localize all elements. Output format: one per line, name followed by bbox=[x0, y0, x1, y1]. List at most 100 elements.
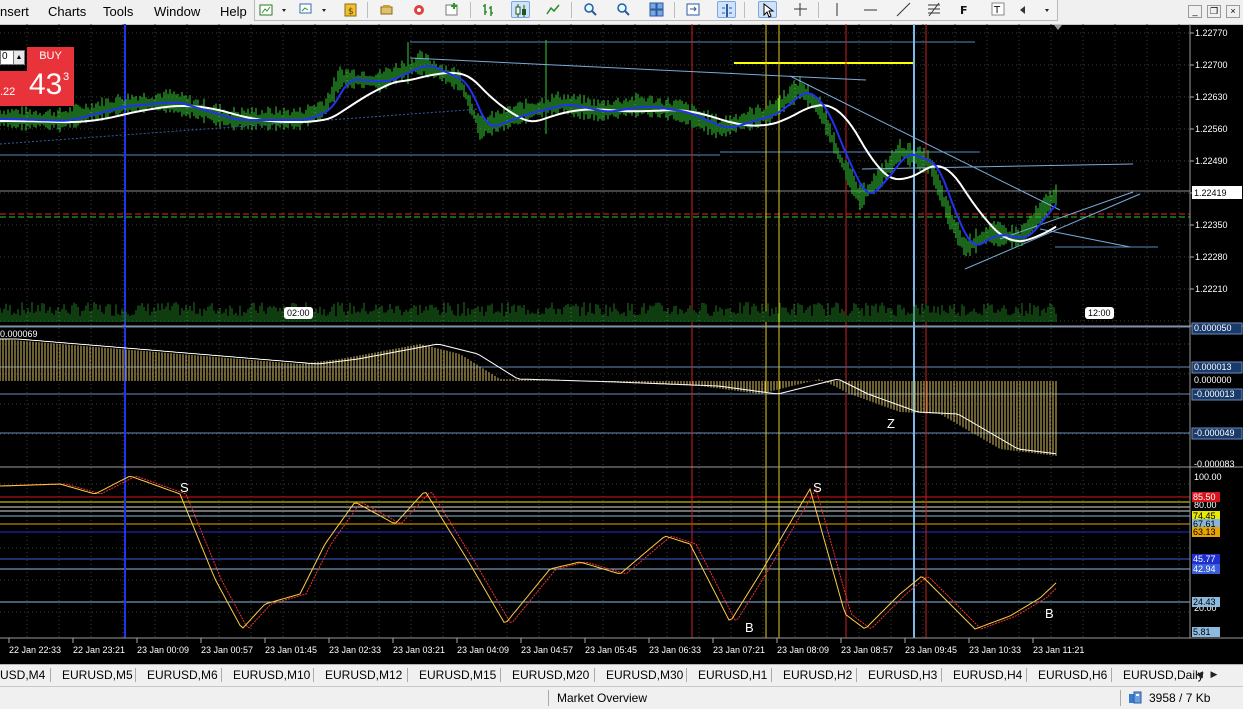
terminal-icon[interactable] bbox=[410, 1, 429, 18]
buy-price-sup: 3 bbox=[63, 71, 70, 83]
time-label: 23 Jan 09:45 bbox=[905, 645, 957, 655]
zoom-in-icon[interactable] bbox=[581, 1, 600, 18]
volume-bars bbox=[0, 302, 1057, 322]
tab-eurusd-m15[interactable]: EURUSD,M15 bbox=[419, 668, 496, 682]
text-label-icon[interactable]: F bbox=[955, 1, 974, 18]
candlestick-icon[interactable] bbox=[511, 1, 530, 18]
stoch-annotation-s2: S bbox=[813, 480, 822, 495]
tab-eurusd-m10[interactable]: EURUSD,M10 bbox=[233, 668, 310, 682]
svg-text:12:00: 12:00 bbox=[1088, 308, 1111, 318]
new-order-icon[interactable] bbox=[443, 1, 462, 18]
stoch-level-label: 63.13 bbox=[1193, 527, 1216, 537]
tab-eurusd-m20[interactable]: EURUSD,M20 bbox=[512, 668, 589, 682]
macd-scale-label: 0.000013 bbox=[1194, 362, 1232, 372]
time-marker-right: 12:00 bbox=[1085, 307, 1114, 319]
horizontal-line-icon[interactable] bbox=[861, 1, 880, 18]
svg-text:$: $ bbox=[348, 7, 354, 17]
time-label: 23 Jan 04:57 bbox=[521, 645, 573, 655]
price-scale: 1.22770 1.22700 1.22630 1.22560 1.22490 1.224… bbox=[1190, 28, 1228, 294]
svg-text:02:00: 02:00 bbox=[287, 308, 310, 318]
buy-price-big: 43 bbox=[29, 68, 63, 101]
time-marker-left: 02:00 bbox=[284, 307, 313, 319]
tab-eurusd-h1[interactable]: EURUSD,H1 bbox=[698, 668, 767, 682]
menu-help[interactable]: Help bbox=[220, 4, 247, 19]
tab-eurusd-m6[interactable]: EURUSD,M6 bbox=[147, 668, 218, 682]
trendlines bbox=[0, 57, 1141, 270]
stoch-annotation-s1: S bbox=[180, 480, 189, 495]
new-chart-dropdown-icon[interactable] bbox=[279, 1, 288, 18]
vertical-line-icon[interactable] bbox=[828, 1, 847, 18]
price-label: 1.22700 bbox=[1195, 60, 1228, 70]
chart-shift-icon[interactable] bbox=[717, 1, 736, 18]
close-icon[interactable]: × bbox=[1226, 5, 1240, 18]
menu-charts[interactable]: Charts bbox=[48, 4, 86, 19]
auto-scroll-icon[interactable] bbox=[684, 1, 703, 18]
line-chart-icon[interactable] bbox=[544, 1, 563, 18]
trendline-icon[interactable] bbox=[894, 1, 913, 18]
tab-eurusd-m5[interactable]: EURUSD,M5 bbox=[62, 668, 133, 682]
stoch-annotation-b2: B bbox=[1045, 606, 1054, 621]
zoom-out-icon[interactable] bbox=[614, 1, 633, 18]
lot-spin-up-icon[interactable]: ▲ bbox=[13, 51, 24, 64]
traffic-label: 3958 / 7 Kb bbox=[1149, 691, 1211, 705]
chart-tabs: USD,M4 EURUSD,M5 EURUSD,M6 EURUSD,M10 EU… bbox=[0, 664, 1243, 687]
time-label: 23 Jan 00:09 bbox=[137, 645, 189, 655]
tab-usd-m4[interactable]: USD,M4 bbox=[0, 668, 45, 682]
text-icon[interactable]: T bbox=[989, 1, 1008, 18]
stoch-level-label: 45.77 bbox=[1193, 554, 1216, 564]
svg-text:T: T bbox=[993, 5, 1001, 16]
tab-eurusd-m12[interactable]: EURUSD,M12 bbox=[325, 668, 402, 682]
tab-scroll-left-icon[interactable]: ◀ bbox=[1196, 669, 1203, 679]
crosshair-icon[interactable] bbox=[791, 1, 810, 18]
tab-eurusd-h2[interactable]: EURUSD,H2 bbox=[783, 668, 852, 682]
navigator-icon[interactable] bbox=[377, 1, 396, 18]
new-chart-icon[interactable] bbox=[257, 1, 276, 18]
tab-scroll-right-icon[interactable]: ▶ bbox=[1210, 669, 1217, 679]
macd-scale-label: -0.000013 bbox=[1194, 389, 1235, 399]
macd-histogram bbox=[0, 339, 1057, 456]
chart-window[interactable]: 1.22770 1.22700 1.22630 1.22560 1.22490 1.224… bbox=[0, 24, 1243, 664]
time-label: 23 Jan 10:33 bbox=[969, 645, 1021, 655]
more-tools-icon[interactable] bbox=[1017, 1, 1036, 18]
market-watch-icon[interactable]: $ bbox=[341, 1, 360, 18]
time-label: 23 Jan 02:33 bbox=[329, 645, 381, 655]
more-tools-dropdown-icon[interactable] bbox=[1042, 1, 1051, 18]
bar-chart-icon[interactable] bbox=[480, 1, 499, 18]
macd-signal-line bbox=[0, 338, 1057, 455]
tile-windows-icon[interactable] bbox=[647, 1, 666, 18]
tab-eurusd-daily[interactable]: EURUSD,Daily bbox=[1123, 668, 1204, 682]
chart-shift-marker-icon[interactable] bbox=[1054, 25, 1062, 30]
macd-scale-label: -0.000049 bbox=[1194, 428, 1235, 438]
tab-eurusd-m30[interactable]: EURUSD,M30 bbox=[606, 668, 683, 682]
market-overview-label[interactable]: Market Overview bbox=[557, 691, 647, 705]
price-label: 1.22210 bbox=[1195, 284, 1228, 294]
minimize-icon[interactable]: _ bbox=[1188, 5, 1202, 18]
tab-eurusd-h4[interactable]: EURUSD,H4 bbox=[953, 668, 1022, 682]
menu-insert[interactable]: nsert bbox=[0, 4, 29, 19]
time-axis: 22 Jan 22:33 22 Jan 23:21 23 Jan 00:09 23 J… bbox=[8, 638, 1084, 655]
menu-tools[interactable]: Tools bbox=[103, 4, 133, 19]
buy-button[interactable]: BUY 43 3 bbox=[27, 47, 74, 106]
stochastic-signal-line bbox=[0, 475, 1057, 630]
profiles-icon[interactable] bbox=[297, 1, 316, 18]
time-label: 23 Jan 00:57 bbox=[201, 645, 253, 655]
grid bbox=[0, 24, 1190, 638]
time-label: 23 Jan 07:21 bbox=[713, 645, 765, 655]
tab-eurusd-h6[interactable]: EURUSD,H6 bbox=[1038, 668, 1107, 682]
restore-icon[interactable]: ❐ bbox=[1207, 5, 1221, 18]
cursor-icon[interactable] bbox=[758, 1, 777, 18]
current-price-label: 1.22419 bbox=[1194, 188, 1227, 198]
profiles-dropdown-icon[interactable] bbox=[319, 1, 328, 18]
tab-eurusd-h3[interactable]: EURUSD,H3 bbox=[868, 668, 937, 682]
buy-label: BUY bbox=[39, 50, 62, 62]
macd-scale-label: 0.000050 bbox=[1194, 323, 1232, 333]
stoch-level-label: 85.50 bbox=[1193, 492, 1216, 502]
lot-size-input[interactable]: 0 ▲ bbox=[0, 50, 25, 65]
time-label: 23 Jan 11:21 bbox=[1033, 645, 1084, 655]
menu-window[interactable]: Window bbox=[154, 4, 200, 19]
stoch-level-label: 42.94 bbox=[1193, 564, 1216, 574]
trendline bbox=[999, 191, 1134, 240]
stoch-level-label: 5.81 bbox=[1193, 627, 1211, 637]
fibonacci-icon[interactable] bbox=[925, 1, 944, 18]
status-bar: Market Overview 3958 / 7 Kb bbox=[0, 686, 1243, 709]
